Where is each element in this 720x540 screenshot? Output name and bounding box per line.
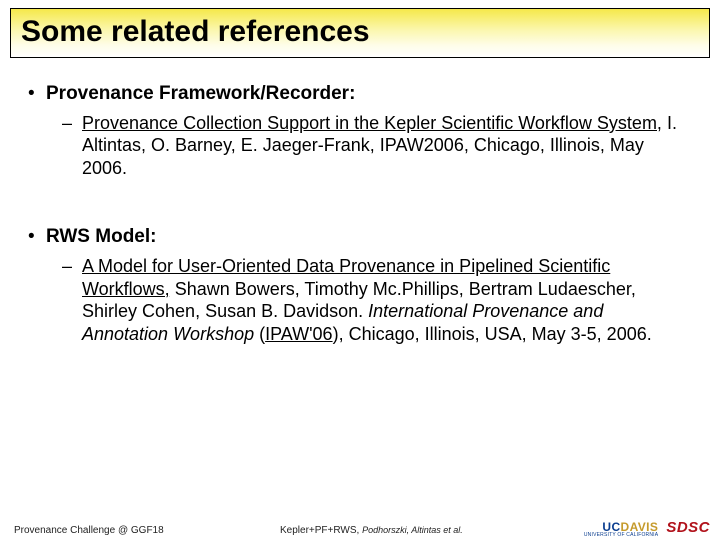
section-heading: RWS Model: bbox=[46, 225, 156, 249]
sdsc-logo: SDSC bbox=[666, 519, 710, 538]
dash-icon: – bbox=[62, 255, 82, 345]
bullet-level1: • Provenance Framework/Recorder: bbox=[28, 82, 692, 106]
slide: Some related references • Provenance Fra… bbox=[0, 8, 720, 540]
slide-title: Some related references bbox=[21, 15, 699, 49]
footer-left-text: Provenance Challenge @ GGF18 bbox=[14, 525, 164, 536]
ipaw-link[interactable]: IPAW'06 bbox=[265, 324, 332, 344]
ucdavis-subtitle: UNIVERSITY OF CALIFORNIA bbox=[584, 533, 658, 538]
bullet-level2: – A Model for User-Oriented Data Provena… bbox=[62, 255, 692, 345]
bullet-level1: • RWS Model: bbox=[28, 225, 692, 249]
bullet-dot-icon: • bbox=[28, 225, 46, 249]
dash-icon: – bbox=[62, 112, 82, 180]
spacer bbox=[28, 189, 692, 217]
footer-authors: Podhorszki, Altintas et al. bbox=[362, 525, 463, 535]
bullet-level2: – Provenance Collection Support in the K… bbox=[62, 112, 692, 180]
title-bar: Some related references bbox=[10, 8, 710, 58]
section-heading: Provenance Framework/Recorder: bbox=[46, 82, 355, 106]
ucdavis-logo: UCDAVIS UNIVERSITY OF CALIFORNIA bbox=[584, 521, 658, 538]
footer-center-text: Kepler+PF+RWS, Podhorszki, Altintas et a… bbox=[280, 525, 463, 536]
reference-tail: , Chicago, Illinois, USA, May 3-5, 2006. bbox=[339, 324, 652, 344]
bullet-dot-icon: • bbox=[28, 82, 46, 106]
slide-footer: Provenance Challenge @ GGF18 Kepler+PF+R… bbox=[0, 512, 720, 540]
paren-open: ( bbox=[254, 324, 265, 344]
footer-project: Kepler+PF+RWS, bbox=[280, 525, 362, 536]
slide-body: • Provenance Framework/Recorder: – Prove… bbox=[0, 58, 720, 345]
reference-title-link[interactable]: Provenance Collection Support in the Kep… bbox=[82, 113, 662, 133]
reference-text: A Model for User-Oriented Data Provenanc… bbox=[82, 255, 692, 345]
footer-logos: UCDAVIS UNIVERSITY OF CALIFORNIA SDSC bbox=[584, 519, 710, 538]
reference-text: Provenance Collection Support in the Kep… bbox=[82, 112, 692, 180]
